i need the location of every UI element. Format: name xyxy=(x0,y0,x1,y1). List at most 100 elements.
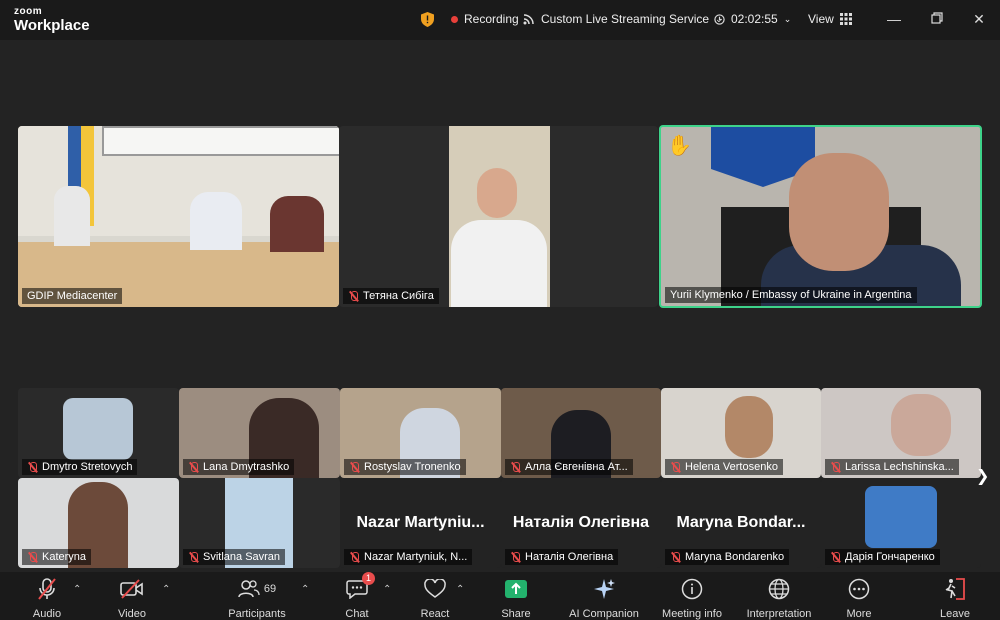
live-stream-icon xyxy=(523,14,534,25)
avatar xyxy=(865,486,937,548)
next-page-chevron-icon[interactable]: ❯ xyxy=(976,466,989,486)
video-tile-gallery-video-off[interactable]: Nazar Martyniu... Nazar Martyniuk, N... xyxy=(340,478,501,568)
raised-hand-icon: ✋ xyxy=(667,135,692,157)
meeting-toolbar: Audio ⌃ Video ⌃ 69 Participants ⌃ 1 Chat… xyxy=(0,572,1000,620)
participant-name: Dmytro Stretovych xyxy=(42,461,133,473)
interpretation-button[interactable]: Interpretation xyxy=(739,576,819,620)
mic-muted-icon xyxy=(27,551,38,563)
participants-button[interactable]: 69 Participants xyxy=(222,576,292,620)
timer-label: 02:02:55 xyxy=(731,12,778,26)
recording-dot-icon xyxy=(451,15,458,23)
video-tile-gallery[interactable]: Dmytro Stretovych xyxy=(18,388,179,478)
heart-icon xyxy=(424,579,446,598)
participant-name-tag: Helena Vertosenko xyxy=(665,459,783,475)
more-dots-icon xyxy=(848,578,870,600)
view-button[interactable]: View xyxy=(808,12,852,26)
video-tile-gallery[interactable]: Helena Vertosenko xyxy=(661,388,821,478)
video-tile-featured-3-active-speaker[interactable]: ✋ Yurii Klymenko / Embassy of Ukraine in… xyxy=(659,125,982,308)
participant-name-tag: Yurii Klymenko / Embassy of Ukraine in A… xyxy=(665,287,917,303)
zoom-logo: zoom Workplace xyxy=(14,7,90,34)
mic-muted-icon xyxy=(349,461,360,473)
video-tile-gallery[interactable]: Дарія Гончаренко xyxy=(821,478,981,568)
mic-muted-icon xyxy=(830,551,841,563)
react-button[interactable]: React xyxy=(400,576,470,620)
participant-name: Yurii Klymenko / Embassy of Ukraine in A… xyxy=(670,289,912,301)
avatar xyxy=(63,398,133,460)
meeting-info-button[interactable]: Meeting info xyxy=(655,576,729,620)
restore-icon[interactable] xyxy=(929,11,945,27)
audio-button[interactable]: Audio xyxy=(12,576,82,620)
video-tile-gallery-video-off[interactable]: Наталія Олегівна Наталія Олегівна xyxy=(501,478,661,568)
video-off-icon xyxy=(120,579,143,599)
video-tile-gallery[interactable]: Kateryna xyxy=(18,478,179,568)
participant-name: Наталія Олегівна xyxy=(525,551,614,563)
participant-name-tag: Nazar Martyniuk, N... xyxy=(344,549,473,565)
video-tile-featured-1[interactable]: GDIP Mediacenter xyxy=(18,126,339,307)
participant-name-tag: Алла Євгенівна Ат... xyxy=(505,459,633,475)
participant-name-tag: Дарія Гончаренко xyxy=(825,549,940,565)
participant-name-tag: Rostyslav Tronenko xyxy=(344,459,466,475)
close-icon[interactable]: ✕ xyxy=(971,11,987,27)
mic-muted-icon xyxy=(670,461,681,473)
interpretation-label: Interpretation xyxy=(746,608,812,620)
video-tile-gallery[interactable]: Rostyslav Tronenko xyxy=(340,388,501,478)
participants-options-chevron-icon[interactable]: ⌃ xyxy=(301,584,309,595)
ai-companion-button[interactable]: AI Companion xyxy=(561,576,647,620)
audio-label: Audio xyxy=(32,608,62,620)
meeting-timer[interactable]: 02:02:55 ⌄ xyxy=(714,12,791,26)
participants-label: Participants xyxy=(228,608,286,620)
participant-display-name: Nazar Martyniu... xyxy=(356,514,485,531)
mic-muted-icon xyxy=(38,578,56,600)
more-label: More xyxy=(846,608,872,620)
video-tile-gallery-video-off[interactable]: Maryna Bondar... Maryna Bondarenko xyxy=(661,478,821,568)
mic-muted-icon xyxy=(349,551,360,563)
participant-name-tag: Larissa Lechshinska... xyxy=(825,459,959,475)
participant-name: Rostyslav Tronenko xyxy=(364,461,461,473)
chevron-down-icon: ⌄ xyxy=(783,13,792,24)
react-label: React xyxy=(420,608,450,620)
participant-name: Helena Vertosenko xyxy=(685,461,778,473)
participant-name: Алла Євгенівна Ат... xyxy=(525,461,628,473)
speaker-person xyxy=(190,192,242,250)
video-tile-gallery[interactable]: Алла Євгенівна Ат... xyxy=(501,388,661,478)
zoom-window: zoom Workplace Recording Custom Live Str… xyxy=(0,0,1000,620)
mic-muted-icon xyxy=(188,551,199,563)
video-tile-gallery[interactable]: Lana Dmytrashko xyxy=(179,388,340,478)
security-shield-icon[interactable] xyxy=(421,12,434,27)
more-button[interactable]: More xyxy=(824,576,894,620)
ai-companion-label: AI Companion xyxy=(569,608,639,620)
video-tile-gallery[interactable]: Svitlana Savran xyxy=(179,478,340,568)
leave-button[interactable]: Leave xyxy=(920,576,990,620)
react-options-chevron-icon[interactable]: ⌃ xyxy=(456,584,464,595)
participant-video xyxy=(725,396,773,458)
info-icon xyxy=(681,578,703,600)
share-button[interactable]: Share xyxy=(481,576,551,620)
recording-indicator[interactable]: Recording xyxy=(451,12,519,26)
audio-options-chevron-icon[interactable]: ⌃ xyxy=(73,584,81,595)
leave-door-icon xyxy=(945,578,965,600)
speaker-person xyxy=(270,196,324,252)
leave-label: Leave xyxy=(940,608,970,620)
participant-name-tag: Наталія Олегівна xyxy=(505,549,619,565)
mic-muted-icon xyxy=(510,551,521,563)
streaming-indicator[interactable]: Custom Live Streaming Service ⌄ xyxy=(523,12,723,26)
participant-name: Svitlana Savran xyxy=(203,551,281,563)
participant-name-tag: Svitlana Savran xyxy=(183,549,286,565)
participant-name-tag: Dmytro Stretovych xyxy=(22,459,138,475)
video-label: Video xyxy=(118,608,146,620)
participants-icon xyxy=(238,580,260,598)
chat-button[interactable]: 1 Chat xyxy=(322,572,392,620)
video-button[interactable]: Video xyxy=(97,576,167,620)
minimize-icon[interactable]: — xyxy=(886,11,902,27)
video-options-chevron-icon[interactable]: ⌃ xyxy=(162,584,170,595)
mic-muted-icon xyxy=(348,290,359,302)
participant-name-tag: Maryna Bondarenko xyxy=(665,549,790,565)
video-tile-gallery[interactable]: Larissa Lechshinska... xyxy=(821,388,981,478)
logo-bottom: Workplace xyxy=(14,17,90,34)
video-tile-featured-2[interactable]: Тетяна Сибіга xyxy=(339,126,658,307)
recording-label: Recording xyxy=(464,12,519,26)
participants-count: 69 xyxy=(263,583,277,595)
participant-name: Maryna Bondarenko xyxy=(685,551,785,563)
chat-options-chevron-icon[interactable]: ⌃ xyxy=(383,584,391,595)
speaker-person xyxy=(54,186,90,246)
